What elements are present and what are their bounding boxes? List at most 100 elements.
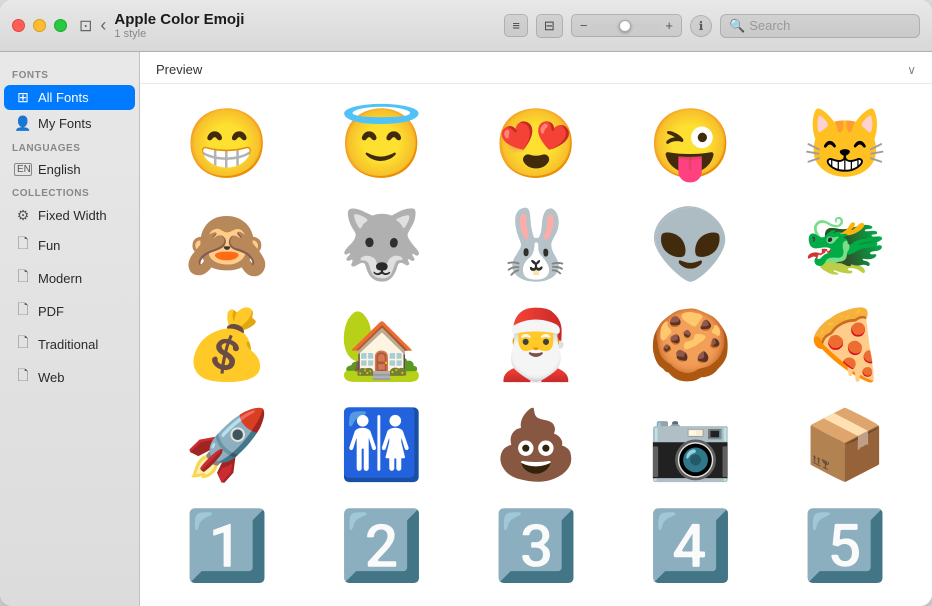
emoji-cell[interactable]: 4️⃣ bbox=[613, 496, 767, 596]
sidebar-item-fixed-width[interactable]: ⚙ Fixed Width bbox=[4, 203, 135, 228]
emoji-cell[interactable]: 1️⃣ bbox=[150, 496, 304, 596]
font-subtitle: 1 style bbox=[114, 28, 504, 40]
slider-thumb[interactable] bbox=[619, 20, 631, 32]
emoji-cell[interactable]: 😁 bbox=[150, 94, 304, 194]
emoji-char: 👽 bbox=[648, 211, 733, 279]
emoji-cell[interactable]: 🎅 bbox=[459, 295, 613, 395]
emoji-char: 🍪 bbox=[648, 311, 733, 379]
emoji-cell[interactable]: 🍕 bbox=[768, 295, 922, 395]
sidebar-item-label-fixed-width: Fixed Width bbox=[38, 208, 107, 223]
preview-header: Preview ∨ bbox=[140, 52, 932, 84]
emoji-char: 3️⃣ bbox=[494, 512, 579, 580]
sidebar-item-web[interactable]: 🗋 Web bbox=[4, 361, 135, 393]
list-view-button[interactable]: ≡ bbox=[504, 14, 528, 37]
sidebar-item-label-all-fonts: All Fonts bbox=[38, 90, 89, 105]
emoji-char: 🐰 bbox=[494, 211, 579, 279]
sidebar-item-label-traditional: Traditional bbox=[38, 337, 98, 352]
languages-section-label: Languages bbox=[0, 137, 139, 157]
size-minus-icon: − bbox=[580, 18, 588, 33]
sidebar-item-pdf[interactable]: 🗋 PDF bbox=[4, 295, 135, 327]
emoji-cell[interactable]: 📷 bbox=[613, 395, 767, 495]
emoji-char: 😁 bbox=[185, 110, 270, 178]
titlebar-info: Apple Color Emoji 1 style bbox=[114, 11, 504, 40]
traditional-icon: 🗋 bbox=[14, 332, 32, 356]
emoji-cell[interactable]: 🚻 bbox=[304, 395, 458, 495]
traffic-lights bbox=[12, 19, 67, 32]
emoji-char: 🚀 bbox=[185, 411, 270, 479]
main-content: Fonts ⊞ All Fonts 👤 My Fonts Languages E… bbox=[0, 52, 932, 606]
emoji-cell[interactable]: 🍪 bbox=[613, 295, 767, 395]
emoji-grid: 😁 😇 😍 😜 😸 🙈 🐺 🐰 👽 🐲 💰 🏡 🎅 🍪 🍕 🚀 bbox=[140, 84, 932, 606]
search-bar[interactable]: 🔍 bbox=[720, 14, 920, 38]
sidebar-item-modern[interactable]: 🗋 Modern bbox=[4, 262, 135, 294]
emoji-char: 🎅 bbox=[494, 311, 579, 379]
emoji-char: 😇 bbox=[339, 110, 424, 178]
strip-view-button[interactable]: ⊟ bbox=[536, 14, 563, 38]
titlebar-controls: ≡ ⊟ − + ℹ 🔍 bbox=[504, 14, 920, 38]
sidebar-item-label-pdf: PDF bbox=[38, 304, 64, 319]
all-fonts-icon: ⊞ bbox=[14, 89, 32, 106]
sidebar-item-label-web: Web bbox=[38, 370, 65, 385]
search-input[interactable] bbox=[749, 18, 911, 33]
search-icon: 🔍 bbox=[729, 18, 745, 34]
maximize-button[interactable] bbox=[54, 19, 67, 32]
close-button[interactable] bbox=[12, 19, 25, 32]
preview-chevron-icon[interactable]: ∨ bbox=[907, 63, 916, 77]
emoji-cell[interactable]: 🐰 bbox=[459, 194, 613, 294]
sidebar-item-label-my-fonts: My Fonts bbox=[38, 116, 91, 131]
emoji-cell[interactable]: 😇 bbox=[304, 94, 458, 194]
emoji-char: 1️⃣ bbox=[185, 512, 270, 580]
sidebar-item-label-fun: Fun bbox=[38, 238, 60, 253]
emoji-cell[interactable]: 😸 bbox=[768, 94, 922, 194]
size-plus-icon: + bbox=[665, 18, 673, 33]
emoji-cell[interactable]: 🙈 bbox=[150, 194, 304, 294]
emoji-char: 🐲 bbox=[802, 211, 887, 279]
emoji-cell[interactable]: 🐲 bbox=[768, 194, 922, 294]
emoji-char: 🏡 bbox=[339, 311, 424, 379]
emoji-cell[interactable]: 👽 bbox=[613, 194, 767, 294]
emoji-char: 2️⃣ bbox=[339, 512, 424, 580]
emoji-char: 📷 bbox=[648, 411, 733, 479]
size-slider-container[interactable]: − + bbox=[571, 14, 682, 37]
emoji-char: 🍕 bbox=[802, 311, 887, 379]
emoji-cell[interactable]: 💩 bbox=[459, 395, 613, 495]
emoji-cell[interactable]: 🏡 bbox=[304, 295, 458, 395]
emoji-cell[interactable]: 📦 bbox=[768, 395, 922, 495]
info-button[interactable]: ℹ bbox=[690, 15, 712, 37]
strip-view-icon: ⊟ bbox=[544, 18, 555, 34]
emoji-char: 😸 bbox=[802, 110, 887, 178]
fixed-width-icon: ⚙ bbox=[14, 207, 32, 224]
preview-area: Preview ∨ 😁 😇 😍 😜 😸 🙈 🐺 🐰 👽 🐲 💰 🏡 bbox=[140, 52, 932, 606]
emoji-cell[interactable]: 🚀 bbox=[150, 395, 304, 495]
emoji-char: 💰 bbox=[185, 311, 270, 379]
sidebar-item-english[interactable]: EN English bbox=[4, 158, 135, 181]
back-button[interactable]: ‹ bbox=[100, 15, 106, 36]
sidebar-item-my-fonts[interactable]: 👤 My Fonts bbox=[4, 111, 135, 136]
sidebar-toggle-button[interactable]: ⊡ bbox=[79, 16, 92, 36]
fun-icon: 🗋 bbox=[14, 233, 32, 257]
sidebar-item-fun[interactable]: 🗋 Fun bbox=[4, 229, 135, 261]
emoji-char: 📦 bbox=[802, 411, 887, 479]
emoji-cell[interactable]: 💰 bbox=[150, 295, 304, 395]
emoji-cell[interactable]: 🐺 bbox=[304, 194, 458, 294]
emoji-cell[interactable]: 2️⃣ bbox=[304, 496, 458, 596]
emoji-cell[interactable]: 😍 bbox=[459, 94, 613, 194]
fonts-section-label: Fonts bbox=[0, 64, 139, 84]
emoji-char: 🚻 bbox=[339, 411, 424, 479]
emoji-char: 5️⃣ bbox=[802, 512, 887, 580]
preview-label: Preview bbox=[156, 62, 202, 77]
pdf-icon: 🗋 bbox=[14, 299, 32, 323]
emoji-char: 😜 bbox=[648, 110, 733, 178]
collections-section-label: Collections bbox=[0, 182, 139, 202]
emoji-char: 😍 bbox=[494, 110, 579, 178]
emoji-char: 🙈 bbox=[185, 211, 270, 279]
emoji-cell[interactable]: 😜 bbox=[613, 94, 767, 194]
minimize-button[interactable] bbox=[33, 19, 46, 32]
sidebar-item-traditional[interactable]: 🗋 Traditional bbox=[4, 328, 135, 360]
my-fonts-icon: 👤 bbox=[14, 115, 32, 132]
sidebar-item-all-fonts[interactable]: ⊞ All Fonts bbox=[4, 85, 135, 110]
slider-track[interactable] bbox=[591, 24, 661, 28]
emoji-cell[interactable]: 3️⃣ bbox=[459, 496, 613, 596]
emoji-cell[interactable]: 5️⃣ bbox=[768, 496, 922, 596]
list-view-icon: ≡ bbox=[512, 18, 520, 33]
